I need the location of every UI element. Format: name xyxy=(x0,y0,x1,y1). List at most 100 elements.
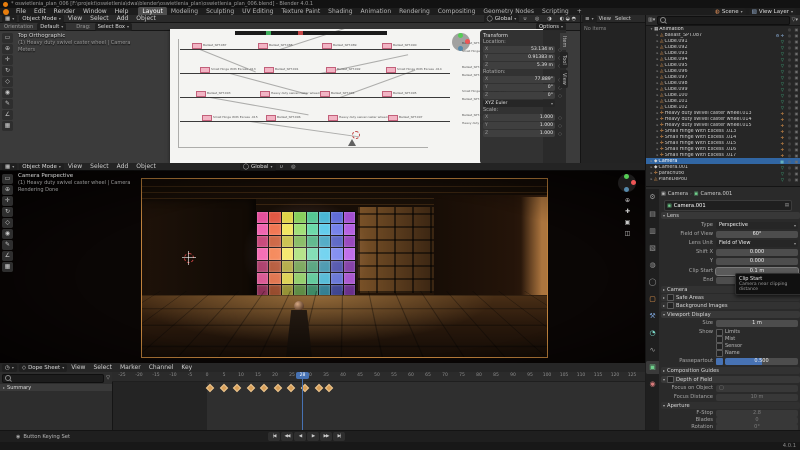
outliner-row[interactable]: ▸ ◬ Cube.102 ▽ ◎ ▣ xyxy=(646,104,800,110)
tool-button[interactable]: ✛ xyxy=(2,55,13,65)
outliner-row[interactable]: ▸ ✛ Small Hinge With Excess .014 ✛ ◎ ▣ xyxy=(646,134,800,140)
passepartout-slider[interactable]: 0.500 xyxy=(725,358,798,365)
hide-eye-icon[interactable]: ◎ xyxy=(786,27,793,32)
disable-render-icon[interactable]: ▣ xyxy=(793,171,800,176)
axis-y-dot[interactable] xyxy=(624,174,629,179)
hide-eye-icon[interactable]: ◎ xyxy=(786,105,793,110)
info-editor-type-button[interactable]: ≡▾ xyxy=(582,15,597,23)
outliner-row[interactable]: ▸ ◬ Cube.094 ▽ ◎ ▣ xyxy=(646,56,800,62)
tool-button[interactable]: ↻ xyxy=(2,207,13,217)
location-x-field[interactable]: X53.134 m xyxy=(483,46,555,53)
properties-tab-icon[interactable]: ◉ xyxy=(646,378,659,391)
axis-z-dot[interactable] xyxy=(624,187,629,192)
menu-item[interactable]: File xyxy=(12,8,30,15)
plan-fixture[interactable]: Small Hinge With Excess .013 xyxy=(200,67,210,73)
disable-render-icon[interactable]: ▣ xyxy=(793,177,800,182)
tool-button[interactable]: ∠ xyxy=(2,251,13,261)
pan-hand-icon[interactable]: ✚ xyxy=(622,207,633,217)
plan-fixture[interactable]: Ballast_SPT.088 xyxy=(258,43,268,49)
hide-eye-icon[interactable]: ◎ xyxy=(786,81,793,86)
outliner-filter-icon[interactable]: ▽▾ xyxy=(792,17,798,23)
tool-button[interactable]: ▦ xyxy=(2,262,13,272)
disable-render-icon[interactable]: ▣ xyxy=(793,129,800,134)
scale-z-field[interactable]: Z1.000 xyxy=(483,130,555,137)
expand-carat-icon[interactable]: ▸ xyxy=(3,385,5,390)
disable-render-icon[interactable]: ▣ xyxy=(793,99,800,104)
playback-button[interactable]: ◀◀ xyxy=(281,432,293,441)
tool-button[interactable]: ◇ xyxy=(2,218,13,228)
location-z-field[interactable]: Z5.39 m xyxy=(483,62,555,69)
disable-render-icon[interactable]: ▣ xyxy=(793,141,800,146)
properties-tab-icon[interactable]: ⚒ xyxy=(646,310,659,323)
outliner-row[interactable]: ▸ ◬ Ballast_SPT.087 ⚙ ✛ ◎ ▣ xyxy=(646,32,800,38)
keyframe-diamond[interactable] xyxy=(260,384,268,392)
hide-eye-icon[interactable]: ◎ xyxy=(786,141,793,146)
disable-render-icon[interactable]: ▣ xyxy=(793,117,800,122)
tool-button[interactable]: ▭ xyxy=(2,33,13,43)
dope-timeline-region[interactable]: -25-20-15-10-505101520253035404550556065… xyxy=(112,372,645,430)
viewport-menu-item[interactable]: Add xyxy=(113,15,133,22)
playback-button[interactable]: |◀ xyxy=(268,432,280,441)
passepartout-checkbox[interactable] xyxy=(716,358,723,365)
disable-render-icon[interactable]: ▣ xyxy=(793,51,800,56)
plan-fixture[interactable]: Ballast_SPT.097 xyxy=(388,115,398,121)
tool-button[interactable]: ∠ xyxy=(2,110,13,120)
disable-render-icon[interactable]: ▣ xyxy=(793,153,800,158)
plan-fixture[interactable]: Ballast_SPT.096 xyxy=(266,115,276,121)
camera-view-icon[interactable]: ▣ xyxy=(622,218,633,228)
properties-tab-icon[interactable]: ◯ xyxy=(646,276,659,289)
snap-magnet-icon[interactable]: ∪ xyxy=(519,16,531,22)
lens-unit-dropdown[interactable]: Field of View▾ xyxy=(716,240,798,247)
hide-eye-icon[interactable]: ◎ xyxy=(786,99,793,104)
viewport-menu-item[interactable]: Select xyxy=(86,15,113,22)
dope-filter-icon[interactable]: ▽ xyxy=(106,375,110,381)
keyframe-diamond[interactable] xyxy=(220,384,228,392)
plan-camera-symbol[interactable] xyxy=(348,139,356,146)
hide-eye-icon[interactable]: ◎ xyxy=(786,117,793,122)
viewport-menu-item[interactable]: Object xyxy=(132,163,160,170)
shift-x-field[interactable]: 0.000 xyxy=(716,249,798,256)
disable-render-icon[interactable]: ▣ xyxy=(793,39,800,44)
focus-distance-field[interactable]: 10 m xyxy=(716,394,798,401)
playback-button[interactable]: ◀ xyxy=(294,432,306,441)
dope-search-input[interactable] xyxy=(13,376,101,381)
hide-eye-icon[interactable]: ◎ xyxy=(786,171,793,176)
dope-menu-item[interactable]: View xyxy=(67,364,89,371)
hide-eye-icon[interactable]: ◎ xyxy=(786,45,793,50)
viewport-menu-item[interactable]: Object xyxy=(132,15,160,22)
viewport-menu-item[interactable]: Add xyxy=(113,163,133,170)
outliner-row[interactable]: ▸ ✛ Small Hinge With Excess .017 ✛ ◎ ▣ xyxy=(646,152,800,158)
plan-fixture[interactable]: Heavy duty swivel caster wheel.014 xyxy=(328,115,338,121)
disable-render-icon[interactable]: ▣ xyxy=(793,111,800,116)
hide-eye-icon[interactable]: ◎ xyxy=(786,159,793,164)
menu-item[interactable]: Help xyxy=(111,8,133,15)
n-panel-tab[interactable]: View xyxy=(560,70,568,88)
nav-gizmo-camera[interactable] xyxy=(618,174,636,192)
menu-item[interactable]: Window xyxy=(79,8,111,15)
lens-type-dropdown[interactable]: Perspective▾ xyxy=(716,222,798,229)
tool-button[interactable]: ↻ xyxy=(2,66,13,76)
disable-render-icon[interactable]: ▣ xyxy=(793,123,800,128)
dope-menu-item[interactable]: Marker xyxy=(116,364,145,371)
outliner-row[interactable]: ▸ ◬ Cube.095 ▽ ◎ ▣ xyxy=(646,62,800,68)
rotation-y-field[interactable]: Y0° xyxy=(483,84,555,91)
disable-render-icon[interactable]: ▣ xyxy=(793,63,800,68)
disable-render-icon[interactable]: ▣ xyxy=(793,27,800,32)
rotation-z-field[interactable]: Z0° xyxy=(483,92,555,99)
info-menu-item[interactable]: View xyxy=(597,16,613,22)
properties-tab-icon[interactable]: ⚙ xyxy=(646,191,659,204)
properties-tab-icon[interactable]: ◍ xyxy=(646,259,659,272)
plan-fixture[interactable]: Ballast_SPT.093 xyxy=(196,91,206,97)
disable-render-icon[interactable]: ▣ xyxy=(793,75,800,80)
lens-panel-header[interactable]: ▾Lens xyxy=(661,212,800,219)
tool-button[interactable]: ◇ xyxy=(2,77,13,87)
properties-tab-icon[interactable]: ▢ xyxy=(646,293,659,306)
viewport-menu-item[interactable]: View xyxy=(64,15,86,22)
keyframe-diamond[interactable] xyxy=(247,384,255,392)
keyframe-diamond[interactable] xyxy=(233,384,241,392)
plan-fixture[interactable]: Small Hinge With Excess .014 xyxy=(386,67,396,73)
aperture-header[interactable]: ▾Aperture xyxy=(661,402,800,409)
tool-button[interactable]: ◉ xyxy=(2,229,13,239)
axis-y-dot[interactable] xyxy=(458,33,463,38)
outliner-row[interactable]: ▸ ◬ Cube.101 ▽ ◎ ▣ xyxy=(646,98,800,104)
